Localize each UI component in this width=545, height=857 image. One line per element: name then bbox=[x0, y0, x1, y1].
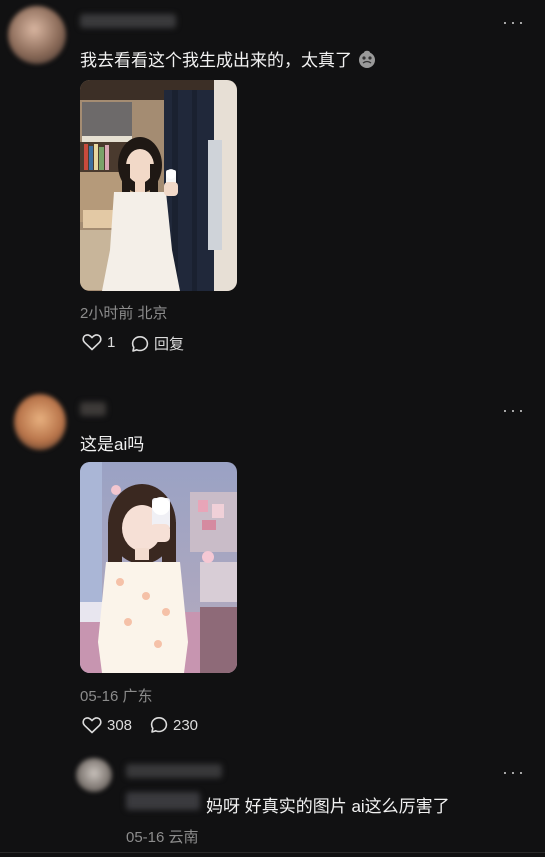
reply-button[interactable]: 回复 bbox=[131, 333, 184, 354]
comment-bubble-icon bbox=[150, 716, 168, 734]
more-options-icon[interactable]: ··· bbox=[502, 12, 526, 33]
comment-image[interactable] bbox=[80, 462, 237, 673]
more-options-icon[interactable]: ··· bbox=[502, 400, 526, 421]
comment-bubble-icon bbox=[131, 335, 149, 353]
username[interactable] bbox=[126, 764, 222, 778]
reply-button[interactable]: 230 bbox=[150, 716, 198, 734]
comment-text: 这是ai吗 bbox=[80, 435, 145, 454]
divider bbox=[0, 852, 545, 853]
like-button[interactable]: 308 bbox=[82, 716, 132, 734]
like-button[interactable]: 1 bbox=[82, 333, 115, 351]
comment-meta: 05-16 广东 bbox=[80, 688, 153, 705]
avatar[interactable] bbox=[76, 758, 112, 792]
avatar[interactable] bbox=[8, 6, 66, 64]
reply-count: 230 bbox=[173, 716, 199, 734]
emoji-icon bbox=[357, 49, 377, 69]
comment-text: 我去看看这个我生成出来的，太真了 bbox=[80, 46, 377, 71]
like-count: 308 bbox=[107, 716, 133, 734]
heart-icon bbox=[82, 716, 102, 734]
username[interactable] bbox=[80, 14, 176, 28]
comment-meta: 05-16 云南 bbox=[126, 829, 199, 846]
heart-icon bbox=[82, 333, 102, 351]
avatar[interactable] bbox=[14, 394, 66, 450]
reply-label: 回复 bbox=[154, 336, 185, 353]
username[interactable] bbox=[80, 402, 106, 416]
comment-text: 妈呀 好真实的图片 ai这么厉害了 bbox=[206, 797, 450, 816]
reply-mention[interactable] bbox=[126, 792, 200, 810]
like-count: 1 bbox=[107, 333, 116, 351]
comment-image[interactable] bbox=[80, 80, 237, 291]
comment-meta: 2小时前 北京 bbox=[80, 305, 168, 322]
more-options-icon[interactable]: ··· bbox=[502, 762, 526, 783]
